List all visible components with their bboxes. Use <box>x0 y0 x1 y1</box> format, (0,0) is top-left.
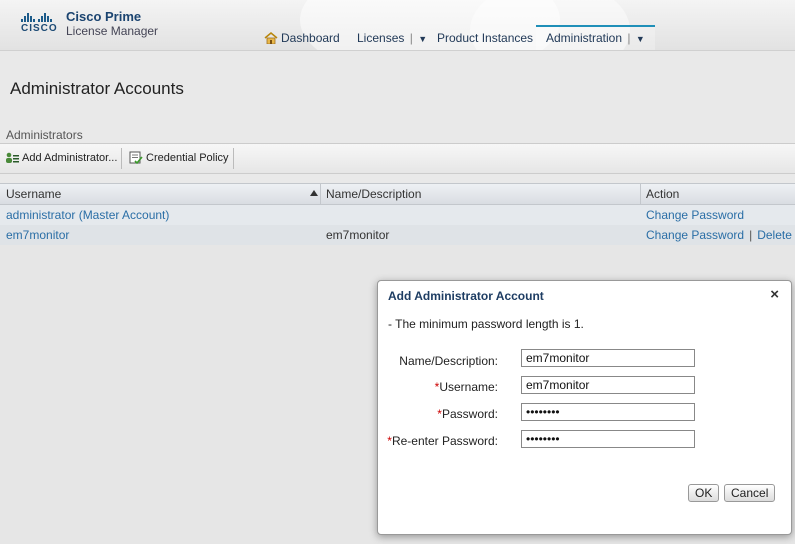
table-row[interactable]: administrator (Master Account) Change Pa… <box>0 205 795 225</box>
name-description-label: Name/Description: <box>399 354 498 368</box>
dialog-title: Add Administrator Account <box>388 289 544 303</box>
username-link[interactable]: em7monitor <box>6 225 69 245</box>
change-password-link[interactable]: Change Password <box>646 205 744 225</box>
username-input[interactable] <box>521 376 695 394</box>
section-label: Administrators <box>6 128 83 142</box>
toolbar-divider <box>121 148 122 169</box>
password-label: *Password: <box>437 407 498 421</box>
nav-licenses-label: Licenses <box>357 31 405 45</box>
row-actions: Change Password | Delete <box>646 225 792 245</box>
password-length-note: - The minimum password length is 1. <box>388 317 584 331</box>
password-input[interactable] <box>521 403 695 421</box>
nav-dashboard-label: Dashboard <box>281 31 340 45</box>
description-cell: em7monitor <box>326 228 390 242</box>
cisco-logo: CISCO <box>21 13 58 34</box>
home-icon <box>264 32 278 44</box>
toolbar-divider <box>233 148 234 169</box>
chevron-down-icon: ▼ <box>418 34 428 44</box>
nav-divider: | <box>409 31 413 45</box>
column-header-description[interactable]: Name/Description <box>326 184 421 204</box>
name-description-input[interactable] <box>521 349 695 367</box>
sort-ascending-icon[interactable] <box>310 190 318 196</box>
credential-policy-button[interactable]: Credential Policy <box>129 144 229 173</box>
column-header-action[interactable]: Action <box>646 184 679 204</box>
column-divider[interactable] <box>640 184 641 204</box>
product-name: Cisco Prime <box>66 9 142 24</box>
credential-policy-label: Credential Policy <box>146 152 229 164</box>
nav-dashboard[interactable]: Dashboard <box>264 27 340 50</box>
page-title: Administrator Accounts <box>10 79 184 98</box>
add-administrator-button[interactable]: Add Administrator... <box>5 144 117 173</box>
chevron-down-icon: ▼ <box>635 34 645 44</box>
reenter-password-input[interactable] <box>521 430 695 448</box>
column-divider[interactable] <box>320 184 321 204</box>
product-subtitle: License Manager <box>66 24 159 38</box>
nav-product-instances-label: Product Instances <box>437 31 534 45</box>
add-administrator-dialog: Add Administrator Account × - The minimu… <box>377 280 792 535</box>
ok-button[interactable]: OK <box>688 484 720 502</box>
app-header: CISCO Cisco Prime License Manager Dashbo… <box>0 0 795 51</box>
cisco-wordmark: CISCO <box>21 23 58 34</box>
cisco-bars-icon <box>21 13 55 22</box>
reenter-password-label: *Re-enter Password: <box>387 434 498 448</box>
close-icon[interactable]: × <box>770 286 779 303</box>
nav-administration[interactable]: Administration | ▼ <box>536 25 655 50</box>
nav-administration-label: Administration <box>546 31 623 45</box>
nav-product-instances[interactable]: Product Instances <box>437 27 533 50</box>
table-header: Username Name/Description Action <box>0 183 795 205</box>
nav-licenses[interactable]: Licenses | ▼ <box>357 27 427 50</box>
table-row[interactable]: em7monitor em7monitor Change Password | De… <box>0 225 795 245</box>
toolbar: Add Administrator... Credential Policy <box>0 143 795 174</box>
column-header-username[interactable]: Username <box>6 184 61 204</box>
action-divider: | <box>749 228 753 242</box>
change-password-link[interactable]: Change Password <box>646 228 744 242</box>
nav-divider: | <box>627 31 631 45</box>
cancel-button[interactable]: Cancel <box>724 484 776 502</box>
add-administrator-label: Add Administrator... <box>22 152 118 164</box>
add-user-icon <box>6 152 19 163</box>
username-label: *Username: <box>434 380 498 394</box>
username-link[interactable]: administrator (Master Account) <box>6 205 169 225</box>
policy-document-icon <box>129 151 143 164</box>
delete-link[interactable]: Delete <box>757 228 792 242</box>
